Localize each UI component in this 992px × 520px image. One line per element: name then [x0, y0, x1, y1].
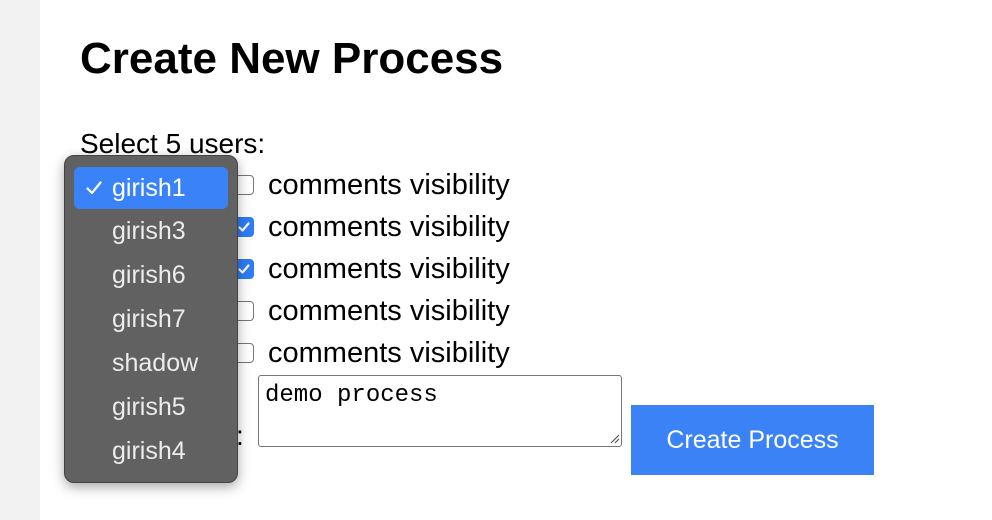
user-row-4[interactable]: comments visibility	[234, 291, 510, 331]
comments-visibility-label: comments visibility	[268, 294, 510, 327]
dropdown-option-label: girish7	[112, 305, 186, 333]
comments-visibility-label: comments visibility	[268, 210, 510, 243]
checkmark-icon	[238, 264, 250, 274]
user-select-dropdown[interactable]: girish1 girish3 girish6 girish7 shadow g…	[64, 155, 238, 483]
page-title: Create New Process	[80, 34, 504, 83]
user-row-2[interactable]: comments visibility	[234, 207, 510, 247]
comments-visibility-label: comments visibility	[268, 252, 510, 285]
dropdown-option[interactable]: girish7	[74, 298, 228, 341]
dropdown-option[interactable]: shadow	[74, 342, 228, 385]
description-textarea[interactable]: demo process	[258, 375, 622, 447]
dropdown-option[interactable]: girish3	[74, 210, 228, 253]
user-row-1[interactable]: comments visibility	[234, 165, 510, 205]
dropdown-option[interactable]: girish6	[74, 254, 228, 297]
dropdown-option-label: girish6	[112, 261, 186, 289]
dropdown-option[interactable]: girish1	[74, 167, 228, 209]
user-row-5[interactable]: comments visibility	[234, 333, 510, 373]
left-strip	[0, 0, 40, 520]
dropdown-option-label: girish4	[112, 437, 186, 465]
checkmark-icon	[84, 167, 104, 209]
user-row-3[interactable]: comments visibility	[234, 249, 510, 289]
dropdown-option-label: girish1	[112, 173, 186, 202]
comments-visibility-label: comments visibility	[268, 168, 510, 201]
dropdown-option-label: girish5	[112, 393, 186, 421]
comments-visibility-label: comments visibility	[268, 336, 510, 369]
dropdown-option[interactable]: girish4	[74, 430, 228, 473]
dropdown-option-label: girish3	[112, 217, 186, 245]
checkmark-icon	[238, 222, 250, 232]
dropdown-option-label: shadow	[112, 349, 199, 377]
dropdown-option[interactable]: girish5	[74, 386, 228, 429]
create-process-button[interactable]: Create Process	[631, 405, 874, 475]
resize-grip-icon[interactable]	[608, 432, 620, 444]
